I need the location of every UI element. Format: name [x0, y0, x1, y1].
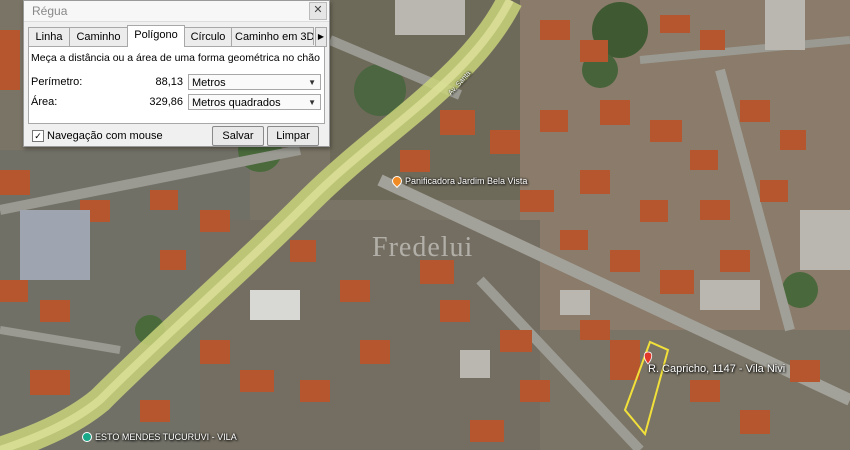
panel-description: Meça a distância ou a área de uma forma … — [31, 52, 320, 64]
bottom-place-label-text: ESTO MENDES TUCURUVI - VILA — [95, 432, 237, 442]
save-button[interactable]: Salvar — [212, 126, 264, 146]
area-unit-value: Metros quadrados — [192, 97, 281, 109]
address-label: R. Capricho, 1147 - Vila Nivi — [648, 363, 786, 375]
tab-caminho[interactable]: Caminho — [69, 27, 128, 46]
chevron-down-icon: ▼ — [308, 78, 316, 87]
checkbox-checked-icon[interactable]: ✓ — [32, 130, 44, 142]
area-label: Área: — [31, 96, 58, 108]
mouse-navigation-checkbox[interactable]: ✓ Navegação com mouse — [32, 130, 163, 142]
chevron-right-icon[interactable]: ▶ — [315, 27, 327, 47]
chevron-down-icon: ▼ — [308, 98, 316, 107]
bottom-place-label[interactable]: ESTO MENDES TUCURUVI - VILA — [82, 432, 237, 442]
perimeter-unit-select[interactable]: Metros ▼ — [188, 74, 321, 90]
tab-poligono[interactable]: Polígono — [127, 25, 185, 47]
place-label[interactable]: Panificadora Jardim Bela Vista — [389, 173, 528, 189]
tab-circulo[interactable]: Círculo — [184, 27, 232, 46]
clear-button[interactable]: Limpar — [267, 126, 319, 146]
dialog-titlebar[interactable]: Régua ✕ — [24, 1, 329, 22]
tab-linha[interactable]: Linha — [28, 27, 70, 46]
watermark: Fredelui — [372, 232, 474, 263]
place-pin-icon — [389, 173, 405, 189]
area-unit-select[interactable]: Metros quadrados ▼ — [188, 94, 321, 110]
place-label-text: Panificadora Jardim Bela Vista — [405, 176, 528, 186]
perimeter-value: 88,13 — [155, 76, 183, 88]
location-pin-icon — [82, 432, 92, 442]
tab-caminho-3d[interactable]: Caminho em 3D — [231, 27, 314, 45]
tab-bar: Linha Caminho Polígono Círculo Caminho e… — [28, 25, 327, 47]
perimeter-unit-value: Metros — [192, 77, 226, 89]
mouse-navigation-label: Navegação com mouse — [47, 130, 163, 142]
area-value: 329,86 — [149, 96, 183, 108]
perimeter-label: Perímetro: — [31, 76, 83, 88]
dialog-title: Régua — [32, 4, 68, 18]
close-icon[interactable]: ✕ — [309, 2, 327, 20]
ruler-dialog: Régua ✕ Linha Caminho Polígono Círculo C… — [23, 0, 330, 147]
polygon-tab-panel: Meça a distância ou a área de uma forma … — [28, 46, 325, 124]
